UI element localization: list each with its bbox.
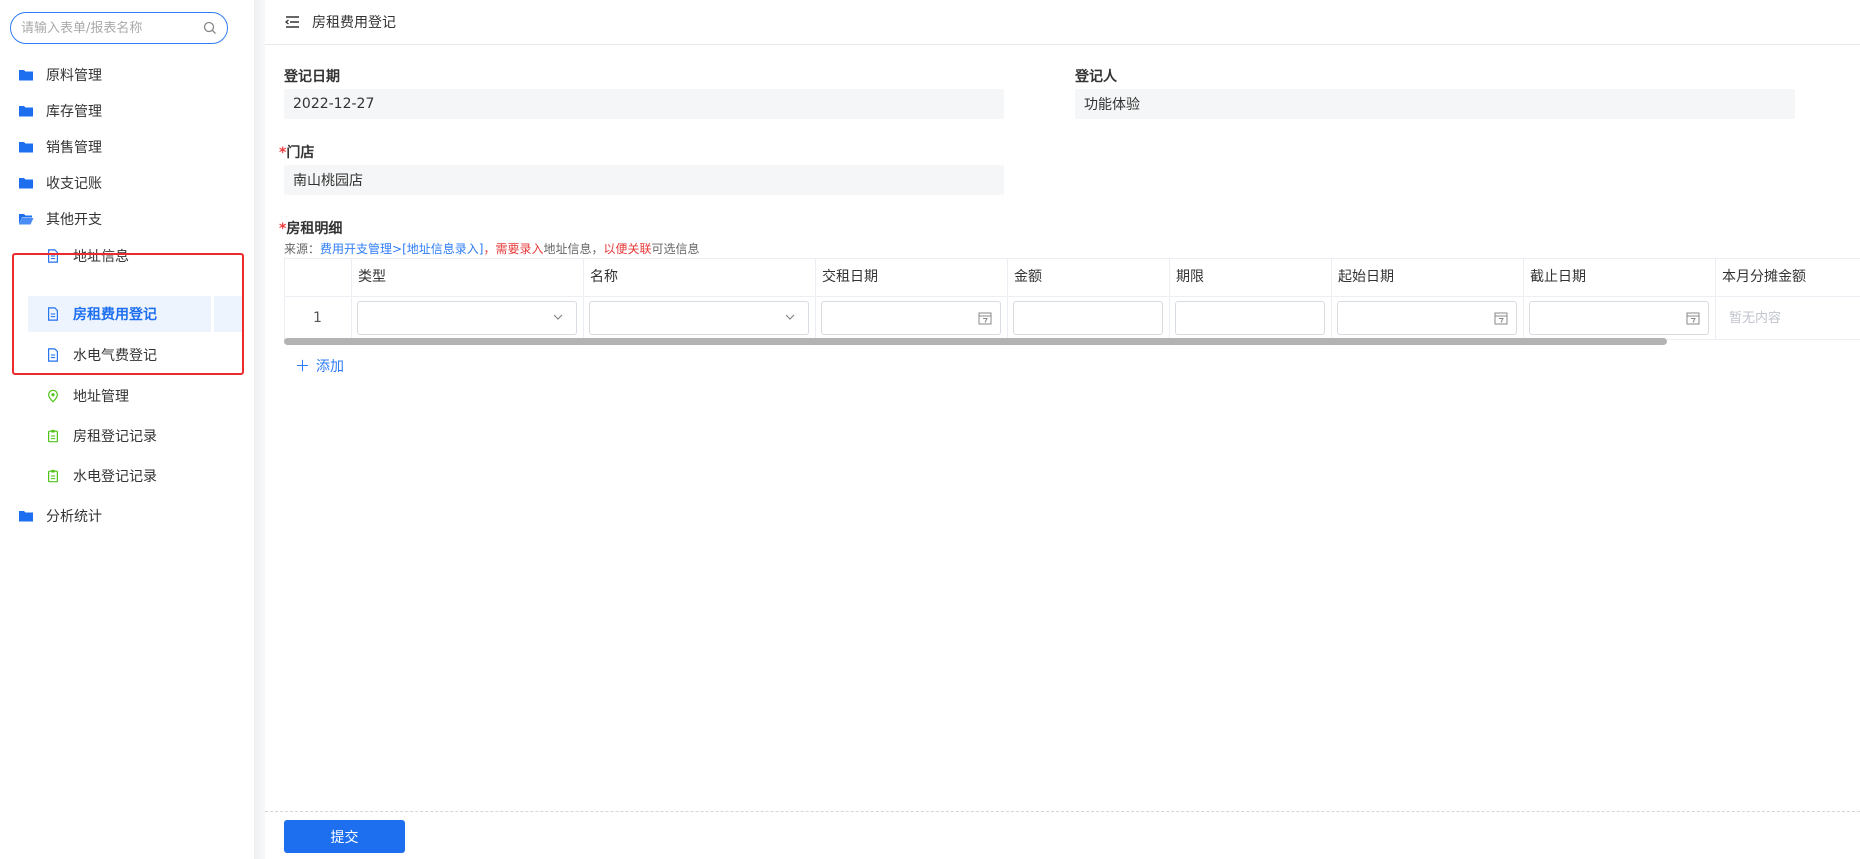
store-value: 南山桃园店: [293, 173, 363, 189]
sidebar-item-materials[interactable]: 原料管理: [18, 57, 102, 93]
rent-detail-label: *房租明细: [279, 218, 342, 238]
sidebar: 原料管理 库存管理 销售管理 收支记账 其他开支 地址信息 房租费用登记 水电气…: [0, 0, 255, 859]
table-header-amount: 金额: [1007, 259, 1169, 296]
chevron-down-icon: [553, 314, 563, 320]
folder-open-icon: [19, 214, 34, 225]
chevron-down-icon: [785, 314, 795, 320]
table-vline: [815, 297, 816, 339]
folder-icon: [19, 70, 33, 81]
source-note-need: 需要录入: [495, 242, 544, 256]
term-input[interactable]: [1175, 301, 1325, 335]
main-content: 房租费用登记 登记日期 2022-12-27 登记人 功能体验 *门店 南山桃园…: [265, 0, 1860, 859]
calendar-icon: [1494, 312, 1508, 325]
page-title: 房租费用登记: [312, 15, 396, 31]
search-icon[interactable]: [203, 21, 217, 35]
folder-icon: [19, 142, 33, 153]
table-vline: [1007, 297, 1008, 339]
table-vline: [351, 297, 352, 339]
location-pin-icon: [48, 389, 58, 403]
table-header-term: 期限: [1169, 259, 1331, 296]
store-label: *门店: [279, 142, 314, 162]
highlight-annotation-box: [12, 253, 244, 375]
rent-detail-table: 类型 名称 交租日期 金额 期限 起始日期 截止日期 本月分摊金额 1 暂无内容: [284, 258, 1860, 340]
calendar-icon: [1686, 312, 1700, 325]
amount-input[interactable]: [1013, 301, 1163, 335]
table-header-type: 类型: [351, 259, 583, 296]
sidebar-item-address-management[interactable]: 地址管理: [45, 378, 129, 414]
type-select[interactable]: [357, 301, 577, 335]
footer-divider: [265, 811, 1860, 812]
rent-date-picker[interactable]: [821, 301, 1001, 335]
sidebar-item-label: 原料管理: [46, 68, 102, 84]
store-field[interactable]: 南山桃园店: [284, 165, 1004, 195]
reg-date-label: 登记日期: [284, 69, 340, 85]
table-header-index: [284, 259, 351, 296]
monthly-amount-empty: 暂无内容: [1729, 311, 1782, 326]
sidebar-divider: [255, 0, 265, 859]
table-vline: [1523, 297, 1524, 339]
source-note-sep: ，: [483, 242, 496, 256]
table-divider: [284, 296, 1860, 297]
source-note-prefix: 来源：: [284, 242, 321, 256]
sidebar-item-label: 地址管理: [73, 389, 129, 405]
table-header-rent-date: 交租日期: [815, 259, 1007, 296]
sidebar-item-label: 收支记账: [46, 176, 102, 192]
sidebar-item-utility-records[interactable]: 水电登记记录: [45, 458, 157, 494]
table-vline: [1331, 297, 1332, 339]
folder-icon: [19, 511, 33, 522]
sidebar-item-sales[interactable]: 销售管理: [18, 129, 102, 165]
sidebar-item-label: 库存管理: [46, 104, 102, 120]
name-select[interactable]: [589, 301, 809, 335]
sidebar-item-label: 房租登记记录: [73, 429, 157, 445]
folder-icon: [19, 106, 33, 117]
sidebar-item-inventory[interactable]: 库存管理: [18, 93, 102, 129]
store-label-text: 门店: [286, 145, 315, 161]
sidebar-item-rent-records[interactable]: 房租登记记录: [45, 418, 157, 454]
source-note-mid: 地址信息，: [543, 242, 604, 256]
topbar: 房租费用登记: [265, 0, 1860, 45]
table-vline: [1715, 297, 1716, 339]
folder-icon: [19, 178, 33, 189]
clipboard-icon: [48, 429, 58, 443]
end-date-picker[interactable]: [1529, 301, 1709, 335]
sidebar-item-other-expenses[interactable]: 其他开支: [18, 201, 102, 237]
table-horizontal-scrollbar[interactable]: [284, 338, 1667, 345]
table-row-number: 1: [313, 310, 322, 326]
sidebar-item-label: 分析统计: [46, 509, 102, 525]
add-row-button[interactable]: ＋ 添加: [295, 355, 344, 376]
menu-collapse-icon[interactable]: [284, 15, 300, 29]
add-row-label: 添加: [316, 358, 345, 375]
clipboard-icon: [48, 469, 58, 483]
reg-date-value: 2022-12-27: [293, 96, 375, 112]
table-vline: [583, 297, 584, 339]
sidebar-item-label: 水电登记记录: [73, 469, 157, 485]
submit-button[interactable]: 提交: [284, 820, 405, 853]
registrant-value: 功能体验: [1084, 97, 1140, 113]
source-note-relate: 以便关联: [603, 242, 652, 256]
reg-date-field[interactable]: 2022-12-27: [284, 89, 1004, 119]
sidebar-item-analytics[interactable]: 分析统计: [18, 498, 102, 534]
table-vline: [1169, 297, 1170, 339]
table-header-monthly-amount: 本月分摊金额: [1715, 259, 1860, 296]
registrant-label: 登记人: [1075, 69, 1117, 85]
search-box[interactable]: [10, 12, 228, 44]
plus-icon: ＋: [295, 357, 311, 375]
sidebar-item-label: 其他开支: [46, 212, 102, 228]
sidebar-item-bookkeeping[interactable]: 收支记账: [18, 165, 102, 201]
registrant-field[interactable]: 功能体验: [1075, 89, 1795, 119]
rent-detail-label-text: 房租明细: [286, 221, 343, 237]
table-header-name: 名称: [583, 259, 815, 296]
source-link[interactable]: 费用开支管理>[地址信息录入]: [320, 242, 483, 256]
source-note: 来源：费用开支管理>[地址信息录入]，需要录入地址信息，以便关联可选信息: [284, 240, 700, 257]
table-header-end-date: 截止日期: [1523, 259, 1715, 296]
start-date-picker[interactable]: [1337, 301, 1517, 335]
table-header-start-date: 起始日期: [1331, 259, 1523, 296]
source-note-suffix: 可选信息: [651, 242, 700, 256]
search-input[interactable]: [21, 20, 203, 36]
sidebar-item-label: 销售管理: [46, 140, 102, 156]
calendar-icon: [978, 312, 992, 325]
